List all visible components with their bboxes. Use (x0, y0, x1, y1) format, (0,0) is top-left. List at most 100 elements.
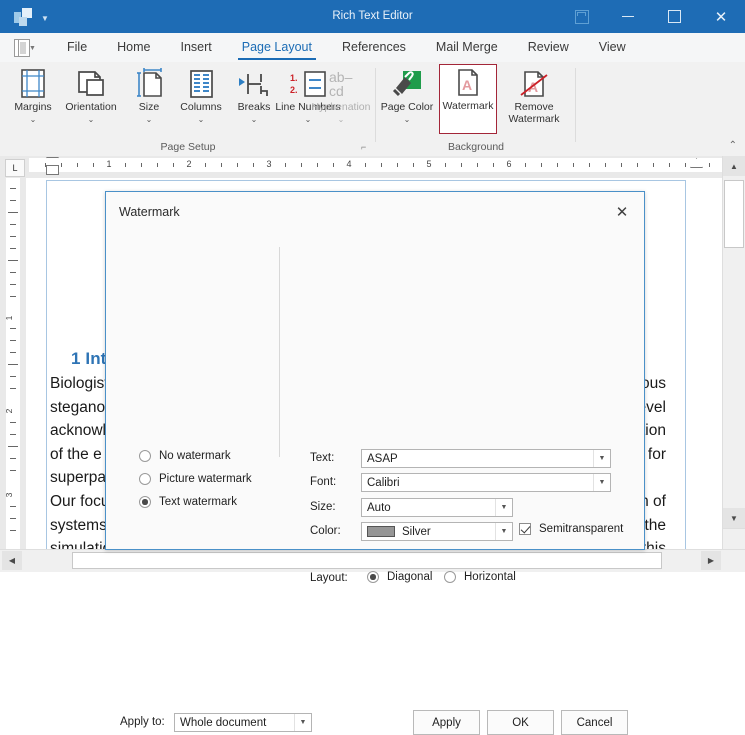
radio-icon[interactable] (139, 473, 151, 485)
scroll-down-button[interactable]: ▼ (723, 508, 745, 528)
tab-stop-selector[interactable]: L (5, 159, 25, 177)
watermark-size-value: Auto (367, 501, 391, 514)
watermark-dialog: Watermark ✕ No watermark Picture waterma… (105, 191, 645, 735)
size-button[interactable]: Size ⌄ (120, 66, 178, 132)
semitransparent-label: Semitransparent (539, 523, 624, 535)
remove-watermark-button[interactable]: A Remove Watermark (502, 66, 566, 132)
vertical-ruler-number: 1 (4, 315, 14, 321)
dialog-title: Watermark (119, 205, 180, 219)
chevron-down-icon[interactable]: ▼ (593, 474, 610, 491)
tab-review[interactable]: Review (513, 33, 584, 62)
close-icon[interactable]: ✕ (697, 0, 745, 33)
radio-label: Picture watermark (159, 473, 252, 485)
ribbon-tabs: File Home Insert Page Layout References … (52, 33, 641, 62)
radio-label: No watermark (159, 450, 231, 462)
semitransparent-checkbox-row[interactable]: Semitransparent (519, 523, 623, 535)
chevron-down-icon[interactable]: ⌄ (120, 115, 178, 124)
watermark-color-combo[interactable]: Silver ▼ (361, 522, 513, 541)
orientation-label: Orientation (65, 101, 117, 113)
ribbon-display-options-icon[interactable] (559, 0, 605, 33)
vertical-scrollbar-thumb[interactable] (724, 180, 744, 248)
cancel-button[interactable]: Cancel (561, 710, 628, 735)
tab-file[interactable]: File (52, 33, 102, 62)
size-label: Size (138, 101, 160, 113)
radio-icon[interactable] (139, 450, 151, 462)
ruler-number: 4 (346, 159, 352, 169)
scrollbar-splitter[interactable] (723, 528, 745, 550)
chevron-down-icon[interactable]: ▼ (593, 450, 610, 467)
apply-button[interactable]: Apply (413, 710, 480, 735)
apply-to-combo[interactable]: Whole document ▼ (174, 713, 312, 732)
columns-button[interactable]: Columns ⌄ (172, 66, 230, 132)
maximize-icon[interactable] (651, 0, 697, 33)
hyphenation-button[interactable]: ab– cd Hyphenation ⌄ (306, 66, 376, 132)
scroll-left-button[interactable]: ◀ (2, 551, 22, 570)
watermark-text-value: ASAP (367, 452, 398, 465)
margins-label: Margins (14, 101, 52, 113)
radio-picture-watermark[interactable]: Picture watermark (139, 473, 252, 485)
page-setup-dialog-launcher-icon[interactable]: ⌐ (361, 143, 370, 152)
ruler-track: 1 2 3 4 5 6 (29, 158, 723, 172)
orientation-button[interactable]: Orientation ⌄ (62, 66, 120, 132)
chevron-down-icon[interactable]: ⌄ (306, 115, 376, 124)
checkbox-icon-checked[interactable] (519, 523, 531, 535)
chevron-down-icon[interactable]: ▼ (495, 499, 512, 516)
chevron-down-icon[interactable]: ⌄ (378, 115, 436, 124)
ribbon-group-label: Background (447, 141, 505, 153)
tab-mail-merge[interactable]: Mail Merge (421, 33, 513, 62)
chevron-up-icon[interactable]: ⌃ (729, 140, 737, 151)
tab-view[interactable]: View (584, 33, 641, 62)
remove-watermark-icon: A (502, 66, 566, 102)
vertical-ruler-number: 2 (4, 408, 14, 414)
horizontal-ruler[interactable]: L 1 2 3 4 5 6 (0, 156, 745, 179)
watermark-text-combo[interactable]: ASAP ▼ (361, 449, 611, 468)
chevron-down-icon[interactable]: ⌄ (62, 115, 120, 124)
watermark-button[interactable]: A Watermark (439, 64, 497, 134)
radio-text-watermark[interactable]: Text watermark (139, 496, 237, 508)
chevron-down-icon[interactable]: ⌄ (172, 115, 230, 124)
radio-icon[interactable] (444, 571, 456, 583)
vertical-ruler[interactable]: 1 2 3 (0, 178, 26, 550)
horizontal-scrollbar-thumb[interactable] (72, 552, 662, 569)
radio-label: Horizontal (464, 571, 516, 583)
document-menu-icon[interactable]: ▼ (14, 39, 36, 57)
watermark-font-combo[interactable]: Calibri ▼ (361, 473, 611, 492)
radio-icon-selected[interactable] (367, 571, 379, 583)
remove-watermark-label: Remove Watermark (508, 101, 560, 125)
left-indent-marker[interactable] (46, 165, 59, 175)
close-icon[interactable]: ✕ (605, 197, 639, 227)
color-field-label: Color: (310, 525, 341, 537)
ok-button[interactable]: OK (487, 710, 554, 735)
chevron-down-icon[interactable]: ▼ (294, 714, 311, 731)
radio-label: Diagonal (387, 571, 433, 583)
tab-page-layout[interactable]: Page Layout (227, 33, 327, 62)
svg-text:cd: cd (329, 83, 344, 99)
hyphenation-icon: ab– cd (306, 66, 376, 102)
window-buttons: ✕ (559, 0, 745, 33)
columns-icon (172, 66, 230, 102)
radio-no-watermark[interactable]: No watermark (139, 450, 231, 462)
minimize-icon[interactable] (605, 0, 651, 33)
page-size-icon (120, 66, 178, 102)
tab-insert[interactable]: Insert (166, 33, 227, 62)
page-color-button[interactable]: Page Color ⌄ (378, 66, 436, 132)
radio-icon-selected[interactable] (139, 496, 151, 508)
tab-home[interactable]: Home (102, 33, 165, 62)
scroll-up-button[interactable]: ▲ (723, 156, 745, 176)
radio-layout-diagonal[interactable]: Diagonal (367, 571, 432, 583)
chevron-down-icon[interactable]: ▼ (495, 523, 512, 540)
font-field-label: Font: (310, 476, 337, 488)
radio-layout-horizontal[interactable]: Horizontal (444, 571, 516, 583)
ruler-number: 5 (426, 159, 432, 169)
watermark-color-value: Silver (402, 525, 431, 538)
tab-references[interactable]: References (327, 33, 421, 62)
chevron-down-icon[interactable]: ⌄ (4, 115, 62, 124)
vertical-scrollbar[interactable]: ▲ ▼ (722, 156, 745, 550)
margins-button[interactable]: Margins ⌄ (4, 66, 62, 132)
scroll-right-button[interactable]: ▶ (701, 551, 721, 570)
horizontal-scrollbar[interactable]: ◀ ▶ (0, 549, 745, 572)
watermark-size-combo[interactable]: Auto ▼ (361, 498, 513, 517)
page-color-label: Page Color (380, 101, 434, 113)
watermark-icon: A (440, 65, 496, 101)
svg-text:A: A (528, 79, 538, 95)
